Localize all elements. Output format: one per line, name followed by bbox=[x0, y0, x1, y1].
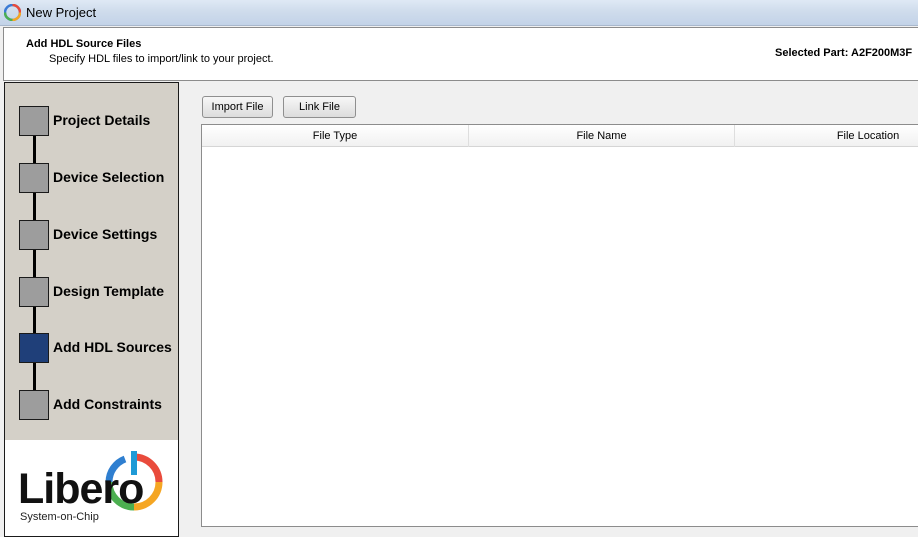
step-indicator bbox=[19, 163, 49, 193]
table-header: File Type File Name File Location bbox=[202, 125, 918, 147]
step-label: Design Template bbox=[53, 283, 164, 299]
step-label: Device Settings bbox=[53, 226, 158, 242]
window-title: New Project bbox=[26, 5, 97, 20]
step-add-constraints[interactable]: Add Constraints bbox=[19, 390, 177, 420]
page-subtitle: Specify HDL files to import/link to your… bbox=[49, 53, 274, 65]
step-indicator bbox=[19, 390, 49, 420]
step-label: Project Details bbox=[53, 112, 151, 128]
step-project-details[interactable]: Project Details bbox=[19, 106, 177, 136]
step-label: Add Constraints bbox=[53, 396, 162, 412]
wizard-steps-panel: Project Details Device Selection Device … bbox=[4, 82, 179, 537]
libero-logo: Libero System-on-Chip bbox=[5, 441, 178, 536]
step-indicator-active bbox=[19, 333, 49, 363]
step-device-selection[interactable]: Device Selection bbox=[19, 163, 177, 193]
step-device-settings[interactable]: Device Settings bbox=[19, 220, 177, 250]
libero-app-icon bbox=[4, 4, 21, 21]
title-bar: New Project bbox=[0, 0, 918, 26]
column-header-file-type[interactable]: File Type bbox=[202, 125, 469, 147]
step-label: Add HDL Sources bbox=[53, 339, 172, 355]
logo-wordmark: Libero bbox=[18, 465, 144, 513]
page-title: Add HDL Source Files bbox=[26, 38, 142, 50]
steps-connector-line bbox=[33, 118, 36, 410]
logo-subtitle: System-on-Chip bbox=[20, 511, 99, 523]
wizard-header: Add HDL Source Files Specify HDL files t… bbox=[3, 27, 918, 81]
link-file-button[interactable]: Link File bbox=[283, 96, 356, 118]
step-design-template[interactable]: Design Template bbox=[19, 277, 177, 307]
step-label: Device Selection bbox=[53, 169, 165, 185]
hdl-files-table[interactable]: File Type File Name File Location bbox=[201, 124, 918, 527]
step-indicator bbox=[19, 106, 49, 136]
column-header-file-name[interactable]: File Name bbox=[469, 125, 735, 147]
column-header-file-location[interactable]: File Location bbox=[735, 125, 918, 147]
step-indicator bbox=[19, 277, 49, 307]
import-file-button[interactable]: Import File bbox=[202, 96, 273, 118]
step-add-hdl-sources[interactable]: Add HDL Sources bbox=[19, 333, 177, 363]
step-indicator bbox=[19, 220, 49, 250]
steps-list: Project Details Device Selection Device … bbox=[5, 83, 178, 440]
selected-part-label: Selected Part: A2F200M3F bbox=[775, 47, 913, 59]
